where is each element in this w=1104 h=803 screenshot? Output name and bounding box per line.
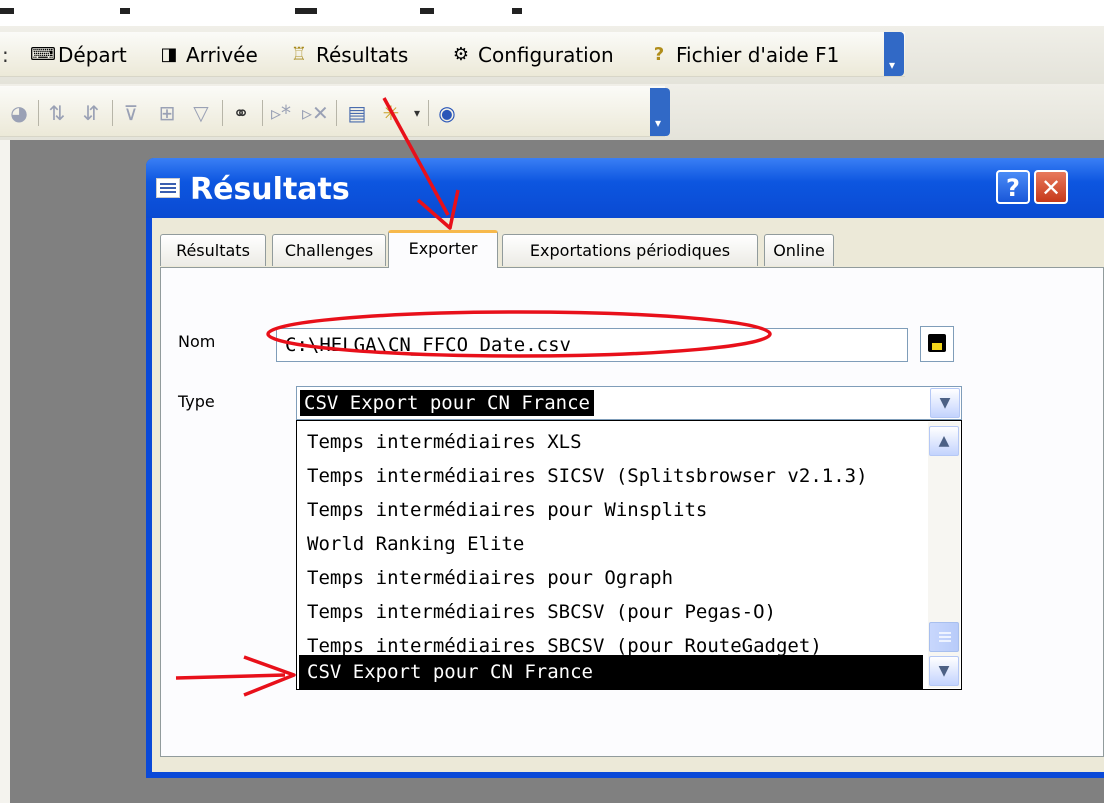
filter-person-icon[interactable]: ◕ [6, 100, 32, 126]
menu-arrivee-label: Arrivée [186, 43, 258, 67]
tab-exporter[interactable]: Exporter [388, 230, 498, 268]
type-label: Type [178, 392, 215, 411]
delete-record-icon[interactable]: ▹✕ [302, 100, 329, 126]
camera-icon: ◨ [160, 44, 178, 65]
list-item[interactable]: World Ranking Elite [299, 527, 923, 561]
toolbar-separator [38, 100, 39, 126]
close-button[interactable]: ✕ [1034, 170, 1068, 204]
toolbar-separator [428, 100, 429, 126]
tab-online[interactable]: Online [764, 234, 834, 266]
menu-bar: : ⌨ Départ ◨ Arrivée ♖ Résultats ⚙ Confi… [0, 26, 1104, 84]
list-item[interactable]: Temps intermédiaires SICSV (Splitsbrowse… [299, 459, 923, 493]
help-button[interactable]: ? [996, 170, 1030, 204]
dialog-title: Résultats [190, 172, 350, 207]
toolbar-separator [336, 100, 337, 126]
chevron-down-icon[interactable]: ▼ [930, 388, 960, 418]
help-icon: ? [653, 44, 665, 65]
tab-exportations-periodiques[interactable]: Exportations périodiques [502, 234, 758, 266]
list-item[interactable]: Temps intermédiaires XLS [299, 425, 923, 459]
chevron-down-icon[interactable]: ▾ [404, 100, 430, 126]
chevron-down-icon: ▾ [655, 116, 662, 130]
chevron-up-icon[interactable]: ▲ [929, 426, 959, 456]
filter-icon[interactable]: ▽ [188, 100, 214, 126]
toolbar-separator [262, 100, 263, 126]
menu-overflow-button[interactable]: ▾ [884, 32, 904, 76]
chevron-down-icon[interactable]: ▼ [929, 656, 959, 686]
database-window-icon[interactable]: ▤ [344, 100, 370, 126]
menu-resultats[interactable]: ♖ Résultats [288, 40, 408, 70]
menu-arrivee[interactable]: ◨ Arrivée [158, 40, 258, 70]
title-fragment [295, 8, 317, 14]
sort-descending-icon[interactable]: ⇵ [78, 100, 104, 126]
chevron-down-icon: ▾ [889, 58, 896, 72]
tool-bar: ◕ ⇅ ⇵ ⊽ ⊞ ▽ ⚭ ▹* ▹✕ ▤ ✳ ▾ ◉ [0, 84, 1104, 140]
title-fragment [512, 8, 522, 14]
title-fragment [0, 8, 14, 14]
new-record-icon[interactable]: ▹* [268, 100, 294, 126]
menu-resultats-label: Résultats [316, 43, 409, 67]
list-item-selected[interactable]: CSV Export pour CN France [299, 655, 923, 689]
nom-input[interactable]: C:\HELGA\CN_FFCO_Date.csv [276, 328, 908, 362]
menu-configuration-label: Configuration [478, 43, 614, 67]
type-dropdown-list[interactable]: Temps intermédiaires XLS Temps intermédi… [296, 420, 962, 690]
help-circle-icon[interactable]: ◉ [434, 100, 460, 126]
menu-depart-label: Départ [58, 43, 127, 67]
filter-form-icon[interactable]: ⊞ [154, 100, 180, 126]
toolbar-separator [112, 100, 113, 126]
title-fragment [120, 8, 130, 14]
gears-icon: ⚙ [452, 44, 470, 65]
dialog-body: Résultats Challenges Exporter Exportatio… [152, 218, 1104, 772]
menu-overflow-dot: : [2, 43, 9, 67]
keyboard-icon: ⌨ [30, 44, 56, 65]
nom-label: Nom [178, 332, 216, 351]
workspace-left-edge [0, 140, 10, 803]
menu-help-label: Fichier d'aide F1 [676, 43, 840, 67]
toolbar-overflow-button[interactable]: ▾ [650, 88, 670, 136]
new-object-icon[interactable]: ✳ [378, 100, 404, 126]
trophy-icon: ♖ [290, 44, 308, 65]
menu-help[interactable]: ? Fichier d'aide F1 [648, 40, 840, 70]
list-item[interactable]: Temps intermédiaires pour Ograph [299, 561, 923, 595]
list-scrollbar[interactable]: ▲ ▼ [928, 422, 960, 688]
menu-depart[interactable]: ⌨ Départ [30, 40, 127, 70]
dialog-titlebar[interactable]: Résultats ? ✕ [146, 158, 1104, 218]
results-dialog: Résultats ? ✕ Résultats Challenges Expor… [146, 158, 1104, 778]
find-icon[interactable]: ⚭ [228, 100, 254, 126]
list-item[interactable]: Temps intermédiaires pour Winsplits [299, 493, 923, 527]
title-fragment [420, 8, 434, 14]
tab-resultats[interactable]: Résultats [160, 234, 266, 266]
save-file-button[interactable] [920, 326, 954, 362]
filter-selection-icon[interactable]: ⊽ [118, 100, 144, 126]
tab-challenges[interactable]: Challenges [272, 234, 386, 266]
form-icon [156, 178, 180, 198]
list-item[interactable]: Temps intermédiaires SBCSV (pour Pegas-O… [299, 595, 923, 629]
sort-ascending-icon[interactable]: ⇅ [44, 100, 70, 126]
toolbar-separator [222, 100, 223, 126]
menu-configuration[interactable]: ⚙ Configuration [450, 40, 614, 70]
type-selected-value: CSV Export pour CN France [300, 390, 594, 416]
type-select[interactable]: CSV Export pour CN France ▼ [296, 386, 962, 420]
app-title-strip [0, 0, 1104, 26]
scrollbar-thumb[interactable] [929, 622, 959, 652]
